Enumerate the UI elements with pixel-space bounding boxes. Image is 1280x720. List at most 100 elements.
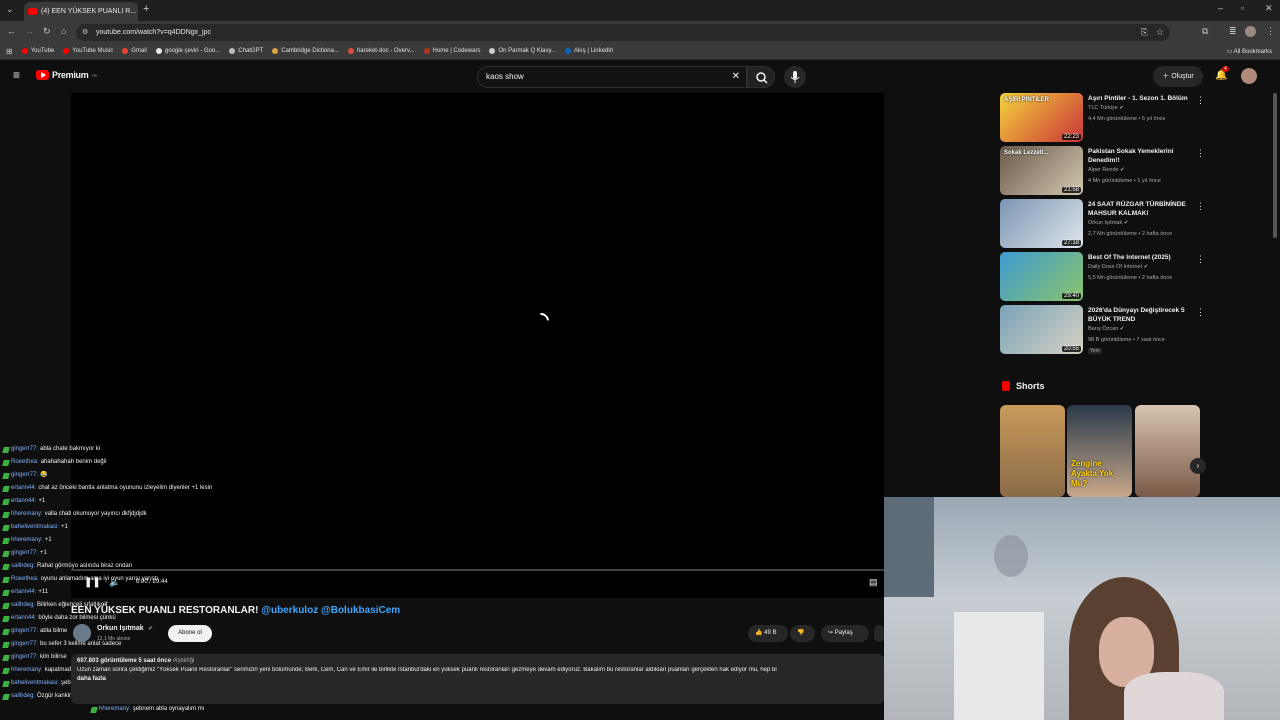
share-button[interactable]: ↪ Paylaş <box>821 625 869 642</box>
video-thumbnail[interactable]: 29:40 <box>1000 252 1083 301</box>
apps-icon[interactable]: ⊞ <box>6 47 13 56</box>
page-scrollbar[interactable] <box>1273 93 1277 238</box>
recommended-title[interactable]: 2026'da Dünyayı Değiştirecek 5 BÜYÜK TRE… <box>1088 306 1196 324</box>
chat-username: ertann44: <box>11 615 37 621</box>
recommended-title[interactable]: 24 SAAT RÜZGAR TÜRBİNİNDE MAHSUR KALMAK! <box>1088 200 1196 218</box>
recommended-title[interactable]: Aşırı Pintiler - 1. Sezon 1. Bölüm <box>1088 94 1196 103</box>
bookmark-item[interactable]: Cambridge Dictiona... <box>272 48 339 54</box>
video-thumbnail[interactable]: Sokak Lezzetl... 21:58 <box>1000 146 1083 195</box>
chat-text: şebnem abla oynayalım mı <box>132 706 205 712</box>
chat-message: Roeethea: oyunu anlamadım ama iyi oyun ya… <box>2 573 303 586</box>
recommended-video[interactable]: AŞIRI PİNTİLER 22:23 Aşırı Pintiler - 1. S… <box>1000 93 1210 143</box>
search-button[interactable] <box>747 66 775 88</box>
extensions-icon[interactable]: ⧉ <box>1202 26 1208 37</box>
bookmark-item[interactable]: On Parmak Q Klavy... <box>489 48 556 54</box>
short-thumbnail[interactable]: Zengine Ayakta Yok Mu? <box>1067 405 1132 497</box>
all-bookmarks-link[interactable]: ▭ All Bookmarks <box>1227 48 1272 55</box>
new-tab-button[interactable]: + <box>143 3 149 15</box>
chat-text: abla bilme <box>40 628 68 634</box>
logo-text: Premium <box>52 70 89 80</box>
minimize-icon[interactable]: – <box>1218 3 1223 13</box>
tab-search-icon[interactable]: ⌄ <box>6 4 14 15</box>
subtitles-icon[interactable]: ▤ <box>869 577 878 588</box>
bookmark-star-icon[interactable]: ☆ <box>1156 24 1164 41</box>
bookmark-label: Cambridge Dictiona... <box>281 48 339 54</box>
recommended-video[interactable]: 27:18 24 SAAT RÜZGAR TÜRBİNİNDE MAHSUR KA… <box>1000 199 1210 249</box>
more-options-icon[interactable]: ⋮ <box>1196 201 1205 212</box>
like-button[interactable]: 👍 49 B <box>748 625 788 642</box>
title-mentions[interactable]: @uberkuloz @BolukbasiCem <box>261 605 400 616</box>
verified-icon: ✔ <box>1123 220 1129 226</box>
voice-search-button[interactable] <box>784 66 806 88</box>
show-more-link[interactable]: daha fazla <box>77 676 878 682</box>
recommended-channel[interactable]: Alper Rende ✔ <box>1088 167 1125 173</box>
reload-icon[interactable]: ↻ <box>43 26 51 37</box>
recommended-video[interactable]: Sokak Lezzetl... 21:58 Pakistan Sokak Yeme… <box>1000 146 1210 196</box>
create-button[interactable]: ＋ Oluştur <box>1153 66 1203 87</box>
recommended-meta: 4 Mn görüntüleme • 1 yıl önce <box>1088 178 1161 184</box>
recommended-video[interactable]: 20:55 2026'da Dünyayı Değiştirecek 5 BÜYÜ… <box>1000 305 1210 355</box>
chat-badge-icon <box>2 693 10 700</box>
recommended-title[interactable]: Best Of The Internet (2025) <box>1088 253 1196 262</box>
more-options-icon[interactable]: ⋮ <box>1196 254 1205 265</box>
more-options-icon[interactable]: ⋮ <box>1196 148 1205 159</box>
recommended-channel[interactable]: Barış Özcan ✔ <box>1088 326 1124 332</box>
bookmark-item[interactable]: YouTube <box>21 48 55 54</box>
back-icon[interactable]: ← <box>7 26 16 36</box>
chat-username: salihdeg: <box>11 563 36 569</box>
recommended-channel[interactable]: Orkun Işıtmak ✔ <box>1088 220 1128 226</box>
subscribe-button[interactable]: Abone ol <box>168 625 212 642</box>
chat-text: valla chati okumuyor yayıncı dkfjdjdjdk <box>44 511 147 517</box>
recommended-channel[interactable]: TLC Türkiye ✔ <box>1088 105 1124 111</box>
site-info-icon[interactable]: ⚙ <box>82 24 88 41</box>
profile-avatar[interactable] <box>1245 26 1256 37</box>
browser-tab-active[interactable]: (4) EEN YÜKSEK PUANLI R... 🔊 ✕ <box>24 2 138 21</box>
search-input[interactable]: kaos show ✕ <box>477 66 747 88</box>
bookmark-item[interactable]: Akış | LinkedIn <box>565 48 613 54</box>
bookmark-item[interactable]: YouTube Music <box>63 48 113 54</box>
chat-message: ertann44: +11 <box>2 586 303 599</box>
bookmark-label: YouTube Music <box>72 48 114 54</box>
bookmark-item[interactable]: hareket-doc - Overv... <box>347 48 415 54</box>
guide-menu-icon[interactable]: ≡ <box>13 68 20 82</box>
recommended-video[interactable]: 29:40 Best Of The Internet (2025) Daily Do… <box>1000 252 1210 302</box>
clear-search-icon[interactable]: ✕ <box>732 67 740 87</box>
more-options-icon[interactable]: ⋮ <box>1196 307 1205 318</box>
home-icon[interactable]: ⌂ <box>61 26 66 36</box>
video-thumbnail[interactable]: 20:55 <box>1000 305 1083 354</box>
search-input-value: kaos show <box>486 72 524 81</box>
media-icon[interactable]: ≣ <box>1229 26 1237 37</box>
channel-name[interactable]: Orkun Işıtmak <box>97 625 144 632</box>
close-window-icon[interactable]: ✕ <box>1265 3 1273 14</box>
more-options-icon[interactable]: ⋮ <box>1196 95 1205 106</box>
bookmark-label: On Parmak Q Klavy... <box>498 48 557 54</box>
menu-icon[interactable]: ⋮ <box>1266 26 1275 37</box>
video-thumbnail[interactable]: 27:18 <box>1000 199 1083 248</box>
webcam-window-area <box>884 497 934 597</box>
install-icon[interactable]: ⎘ <box>1141 24 1148 41</box>
dislike-button[interactable]: 👎 <box>790 625 815 642</box>
recommended-channel[interactable]: Daily Dose Of Internet ✔ <box>1088 264 1148 270</box>
maximize-icon[interactable]: ▫ <box>1241 3 1244 13</box>
hashtag[interactable]: #işbirliği <box>173 658 195 664</box>
channel-avatar[interactable] <box>73 624 91 642</box>
chat-badge-icon <box>2 459 10 466</box>
shorts-next-icon[interactable]: › <box>1190 458 1206 474</box>
short-thumbnail[interactable] <box>1135 405 1200 497</box>
forward-icon[interactable]: → <box>25 26 34 36</box>
chat-username: gingerr77: <box>11 654 39 660</box>
address-bar[interactable]: ⚙ youtube.com/watch?v=q4DDNgx_jpc ⎘ ☆ <box>76 24 1170 41</box>
bookmark-item[interactable]: Home | Codewars <box>423 48 480 54</box>
more-actions-button[interactable] <box>874 625 884 642</box>
short-thumbnail[interactable] <box>1000 405 1065 497</box>
description-box[interactable]: 607.803 görüntüleme 5 saat önce #işbirli… <box>71 654 884 704</box>
bookmark-label: YouTube <box>30 48 55 54</box>
account-avatar[interactable] <box>1241 68 1257 84</box>
bookmark-item[interactable]: ChatGPT <box>229 48 263 54</box>
recommended-title[interactable]: Pakistan Sokak Yemeklerini Denedim!! <box>1088 147 1196 165</box>
bookmark-item[interactable]: google çeviri - Goo... <box>155 48 220 54</box>
video-thumbnail[interactable]: AŞIRI PİNTİLER 22:23 <box>1000 93 1083 142</box>
chat-message: hheremany: şebnem abla oynayalım mı <box>90 703 303 716</box>
bookmark-item[interactable]: Gmail <box>122 48 147 54</box>
youtube-premium-logo[interactable]: Premium TR <box>36 70 97 80</box>
